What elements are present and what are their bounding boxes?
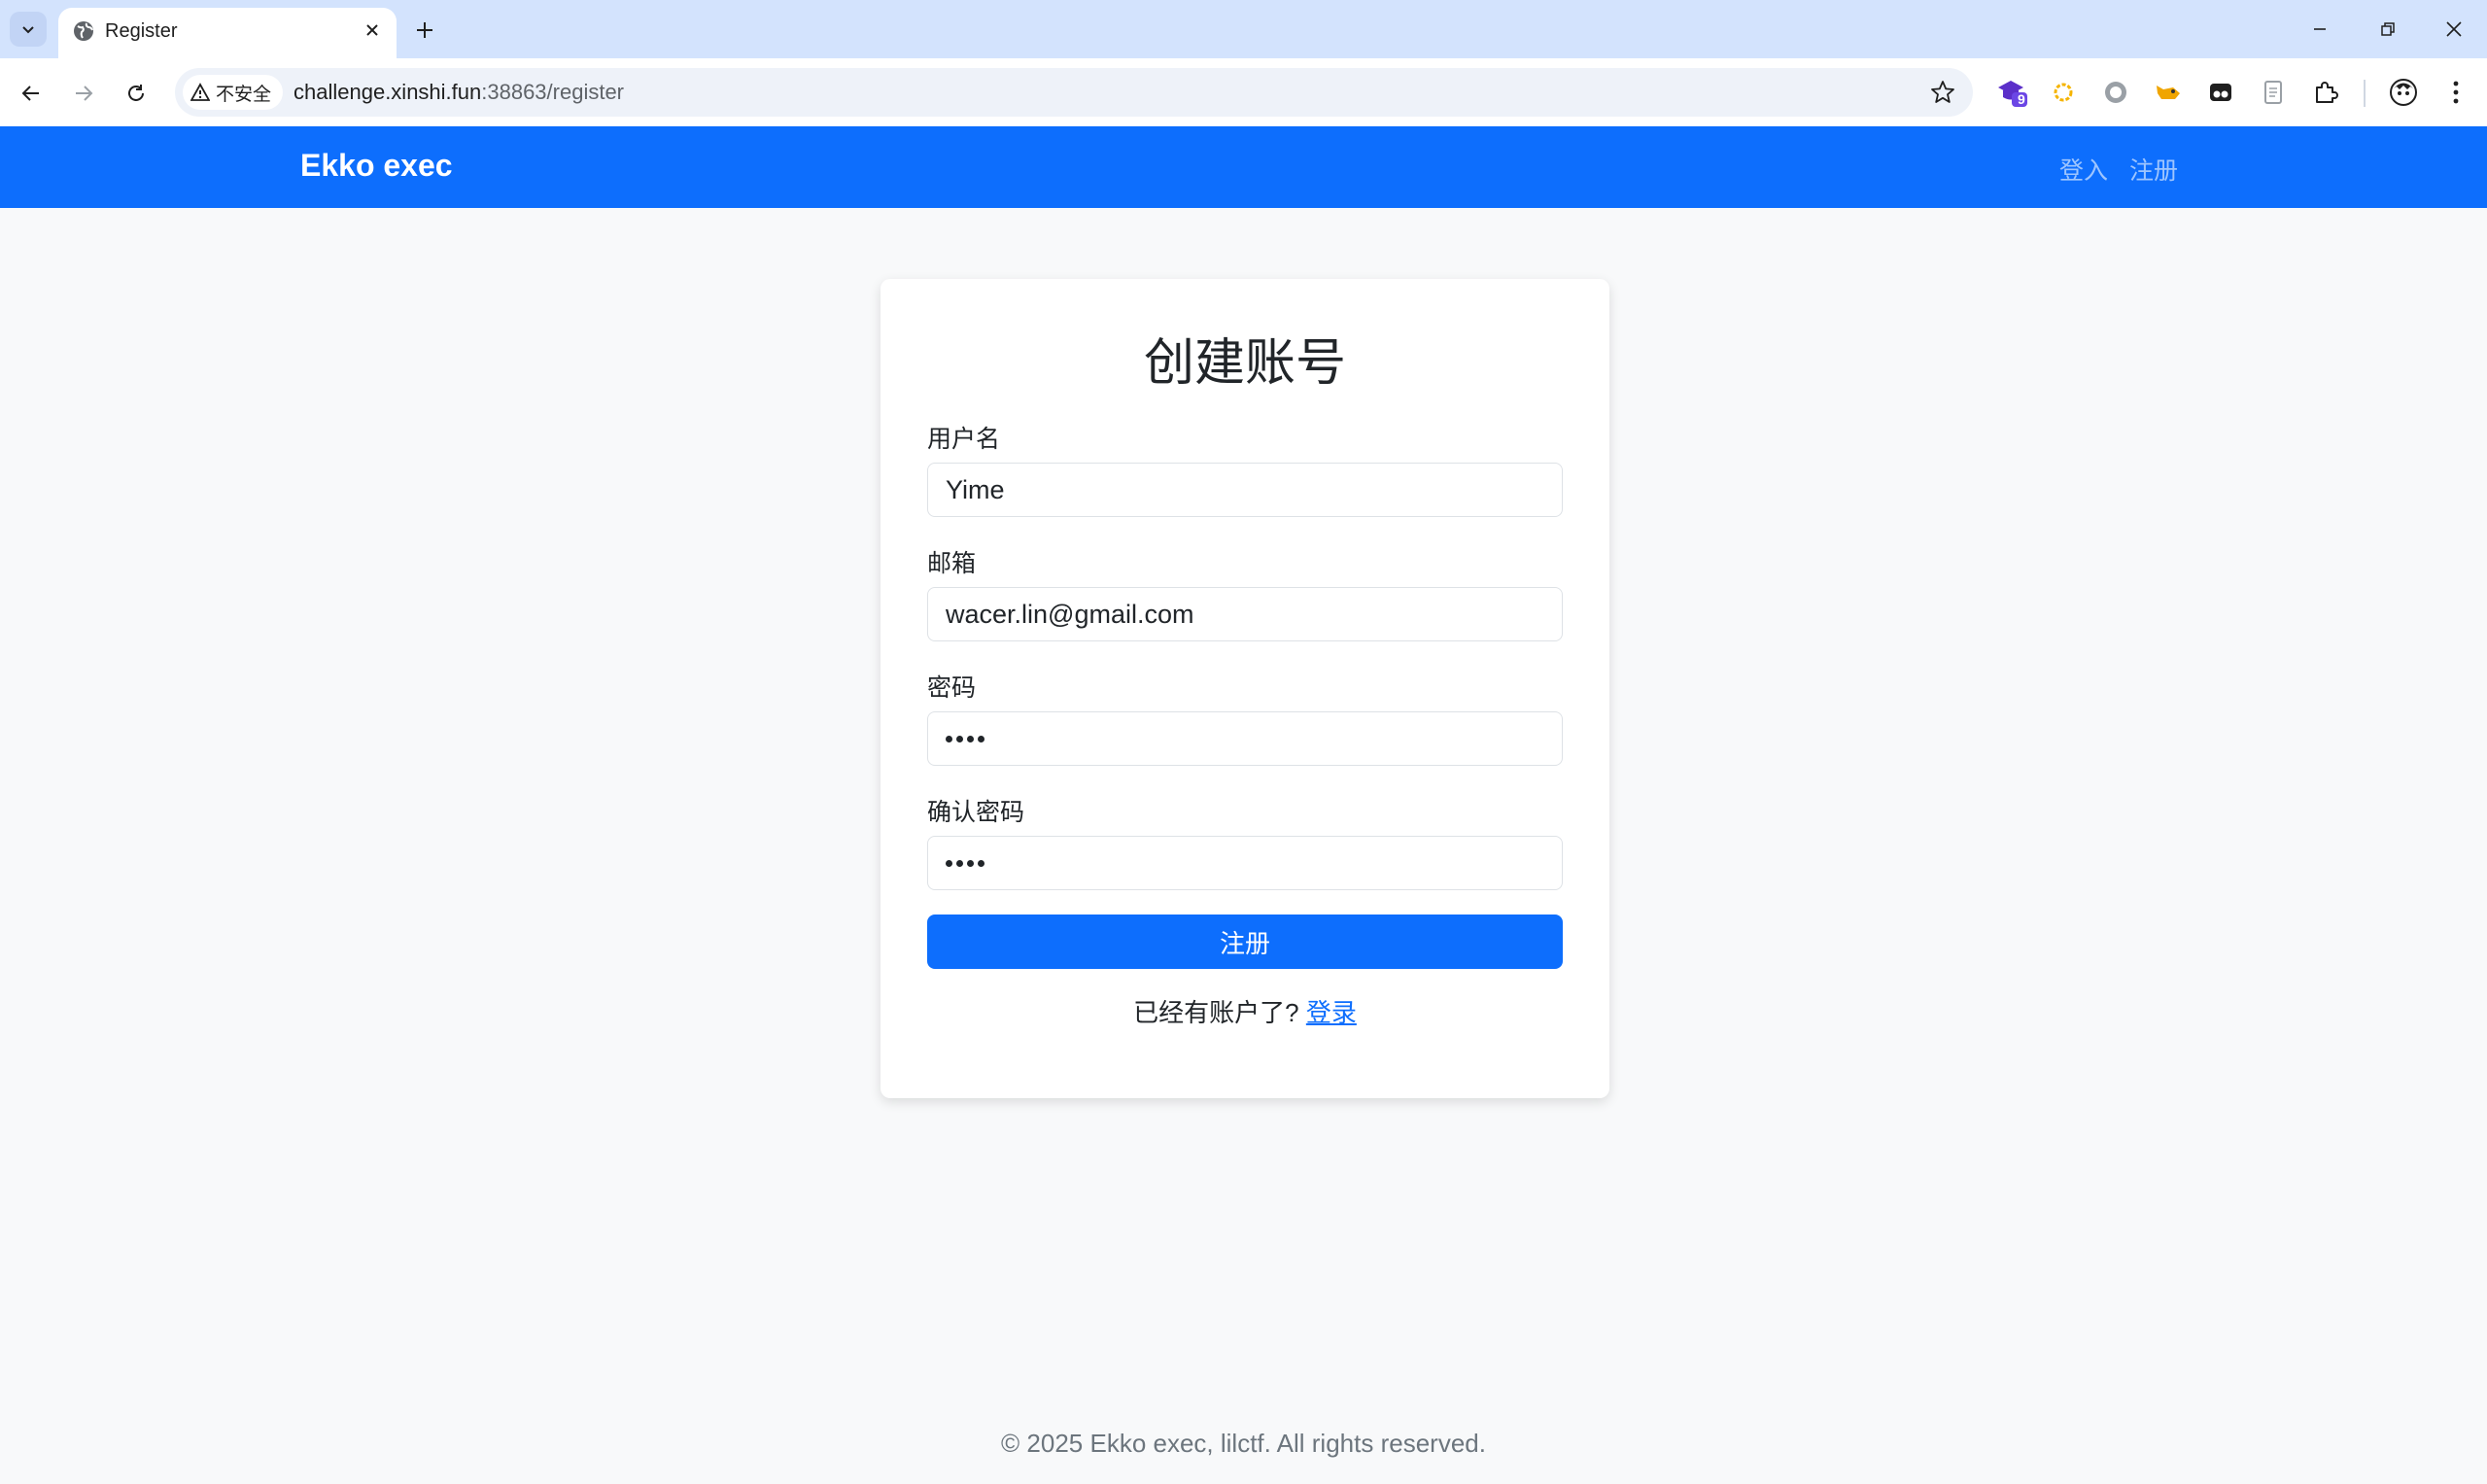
document-icon <box>2264 81 2282 104</box>
email-value: wacer.lin@gmail.com <box>946 599 1194 629</box>
more-vertical-icon <box>2453 81 2459 104</box>
url-host: challenge.xinshi.fun <box>294 80 482 104</box>
password-input[interactable] <box>927 711 1563 766</box>
restore-icon <box>2381 22 2395 36</box>
globe-icon <box>74 21 93 41</box>
minimize-button[interactable] <box>2296 10 2344 49</box>
confirm-password-mask <box>946 859 984 867</box>
extension-circle-button[interactable] <box>2099 76 2132 109</box>
reload-icon <box>128 85 144 101</box>
register-card: 创建账号 用户名 Yime 邮箱 wacer.lin@gmail.com 密码 … <box>881 279 1609 1098</box>
browser-tab-strip: Register <box>0 0 2487 58</box>
profile-avatar-button[interactable] <box>2387 76 2420 109</box>
extensions-menu-button[interactable] <box>2309 76 2342 109</box>
browser-toolbar: 不安全 challenge.xinshi.fun:38863/register … <box>0 58 2487 126</box>
arrow-right-icon <box>76 86 93 101</box>
chevron-down-icon <box>22 26 34 34</box>
arrow-left-icon <box>21 86 39 101</box>
close-icon <box>2446 21 2462 37</box>
puzzle-icon <box>2316 82 2338 103</box>
extension-fox-button[interactable] <box>2152 76 2185 109</box>
toolbar-separator <box>2364 80 2366 107</box>
browser-menu-button[interactable] <box>2439 76 2472 109</box>
site-info-chip[interactable]: 不安全 <box>183 75 284 110</box>
extension-document-button[interactable] <box>2257 76 2290 109</box>
tab-title: Register <box>105 20 178 42</box>
bookmark-star-icon[interactable] <box>1930 80 1955 105</box>
active-tab[interactable]: Register <box>58 8 397 58</box>
nav-login-link[interactable]: 登入 <box>2059 152 2108 187</box>
site-brand[interactable]: Ekko exec <box>300 148 453 184</box>
site-footer: © 2025 Ekko exec, lilctf. All rights res… <box>1001 1429 1486 1458</box>
confirm-password-input[interactable] <box>927 836 1563 890</box>
login-prompt: 已经有账户了? 登录 <box>881 993 1609 1029</box>
nav-register-link[interactable]: 注册 <box>2129 152 2178 187</box>
avatar-icon <box>2390 79 2417 106</box>
record-circle-icon <box>2105 82 2126 103</box>
minimize-icon <box>2314 28 2326 30</box>
tab-search-button[interactable] <box>10 12 47 47</box>
glasses-icon <box>2210 84 2231 101</box>
address-bar[interactable]: 不安全 challenge.xinshi.fun:38863/register <box>175 68 1973 117</box>
username-label: 用户名 <box>927 426 1001 453</box>
sun-icon <box>2054 83 2073 102</box>
extension-sun-button[interactable] <box>2047 76 2080 109</box>
forward-button[interactable] <box>64 74 103 113</box>
fox-icon <box>2157 86 2180 99</box>
have-account-text: 已经有账户了? <box>1133 998 1299 1027</box>
insecure-label: 不安全 <box>216 84 272 105</box>
email-label: 邮箱 <box>927 550 977 577</box>
back-button[interactable] <box>12 74 51 113</box>
extension-badge-count: 9 <box>2018 91 2025 107</box>
site-navbar: Ekko exec 登入 注册 <box>0 126 2487 208</box>
tab-close-button[interactable] <box>358 16 387 45</box>
confirm-password-label: 确认密码 <box>927 799 1025 826</box>
restore-button[interactable] <box>2364 10 2412 49</box>
register-submit-button[interactable]: 注册 <box>927 915 1563 969</box>
login-link[interactable]: 登录 <box>1306 998 1357 1027</box>
new-tab-button[interactable] <box>408 14 441 47</box>
username-value: Yime <box>946 474 1005 504</box>
plus-icon <box>417 22 432 38</box>
password-label: 密码 <box>927 674 977 702</box>
email-input[interactable]: wacer.lin@gmail.com <box>927 587 1563 641</box>
warning-icon <box>190 83 210 101</box>
extension-badge-button[interactable]: 9 <box>1996 76 2029 109</box>
close-window-button[interactable] <box>2430 10 2478 49</box>
url-path: :38863/register <box>481 80 625 104</box>
reload-button[interactable] <box>117 74 155 113</box>
username-input[interactable]: Yime <box>927 463 1563 517</box>
close-icon <box>366 24 378 36</box>
page-title: 创建账号 <box>1143 335 1346 392</box>
url-text[interactable]: challenge.xinshi.fun:38863/register <box>294 80 624 105</box>
password-mask <box>946 735 984 742</box>
extension-glasses-button[interactable] <box>2204 76 2237 109</box>
